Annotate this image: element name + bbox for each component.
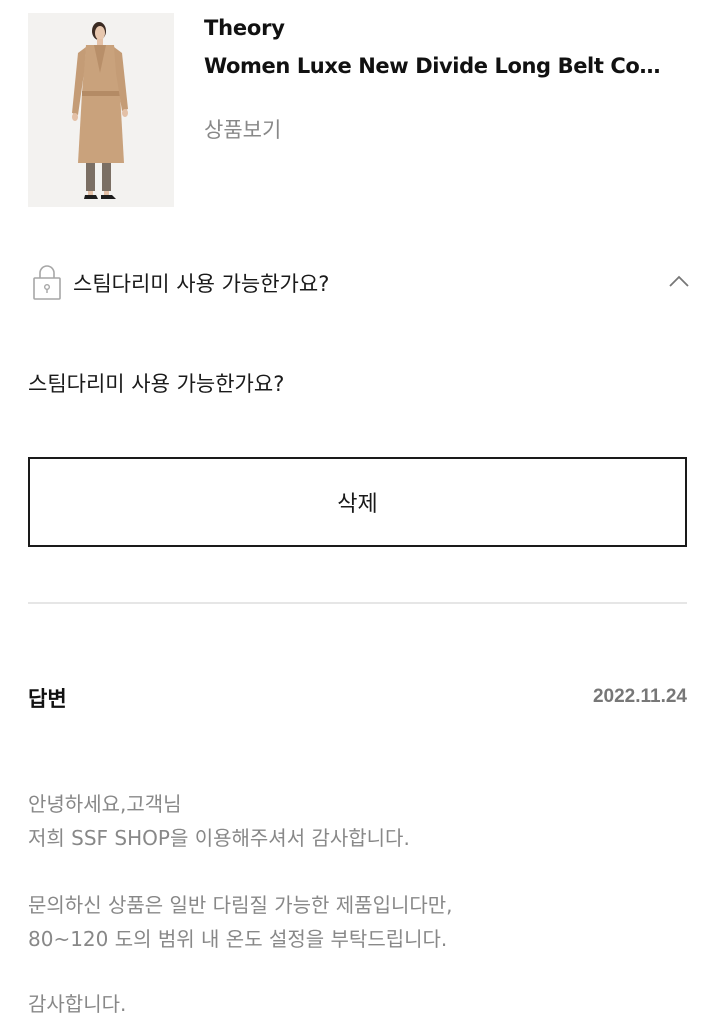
question-title: 스팀다리미 사용 가능한가요? [73, 272, 330, 296]
coat-model-photo [28, 13, 174, 207]
chevron-up-icon[interactable] [668, 272, 690, 290]
question-body: 스팀다리미 사용 가능한가요? [28, 372, 285, 396]
delete-button[interactable]: 삭제 [28, 457, 687, 547]
question-header[interactable]: 스팀다리미 사용 가능한가요? [28, 262, 690, 302]
product-image[interactable] [28, 13, 174, 207]
view-product-link[interactable]: 상품보기 [204, 114, 281, 144]
product-brand: Theory [204, 16, 285, 40]
divider [28, 602, 687, 604]
answer-label: 답변 [28, 687, 67, 711]
answer-line-greeting: 안녕하세요,고객님 [28, 792, 182, 816]
product-name[interactable]: Women Luxe New Divide Long Belt Coa... [204, 54, 674, 78]
answer-line-product-info: 문의하신 상품은 일반 다림질 가능한 제품입니다만, [28, 893, 453, 917]
answer-line-thanks-for-using: 저희 SSF SHOP을 이용해주셔서 감사합니다. [28, 826, 410, 850]
lock-icon [33, 265, 61, 300]
answer-line-temperature: 80~120 도의 범위 내 온도 설정을 부탁드립니다. [28, 927, 448, 951]
answer-line-closing: 감사합니다. [28, 992, 127, 1016]
answer-date: 2022.11.24 [592, 686, 687, 707]
